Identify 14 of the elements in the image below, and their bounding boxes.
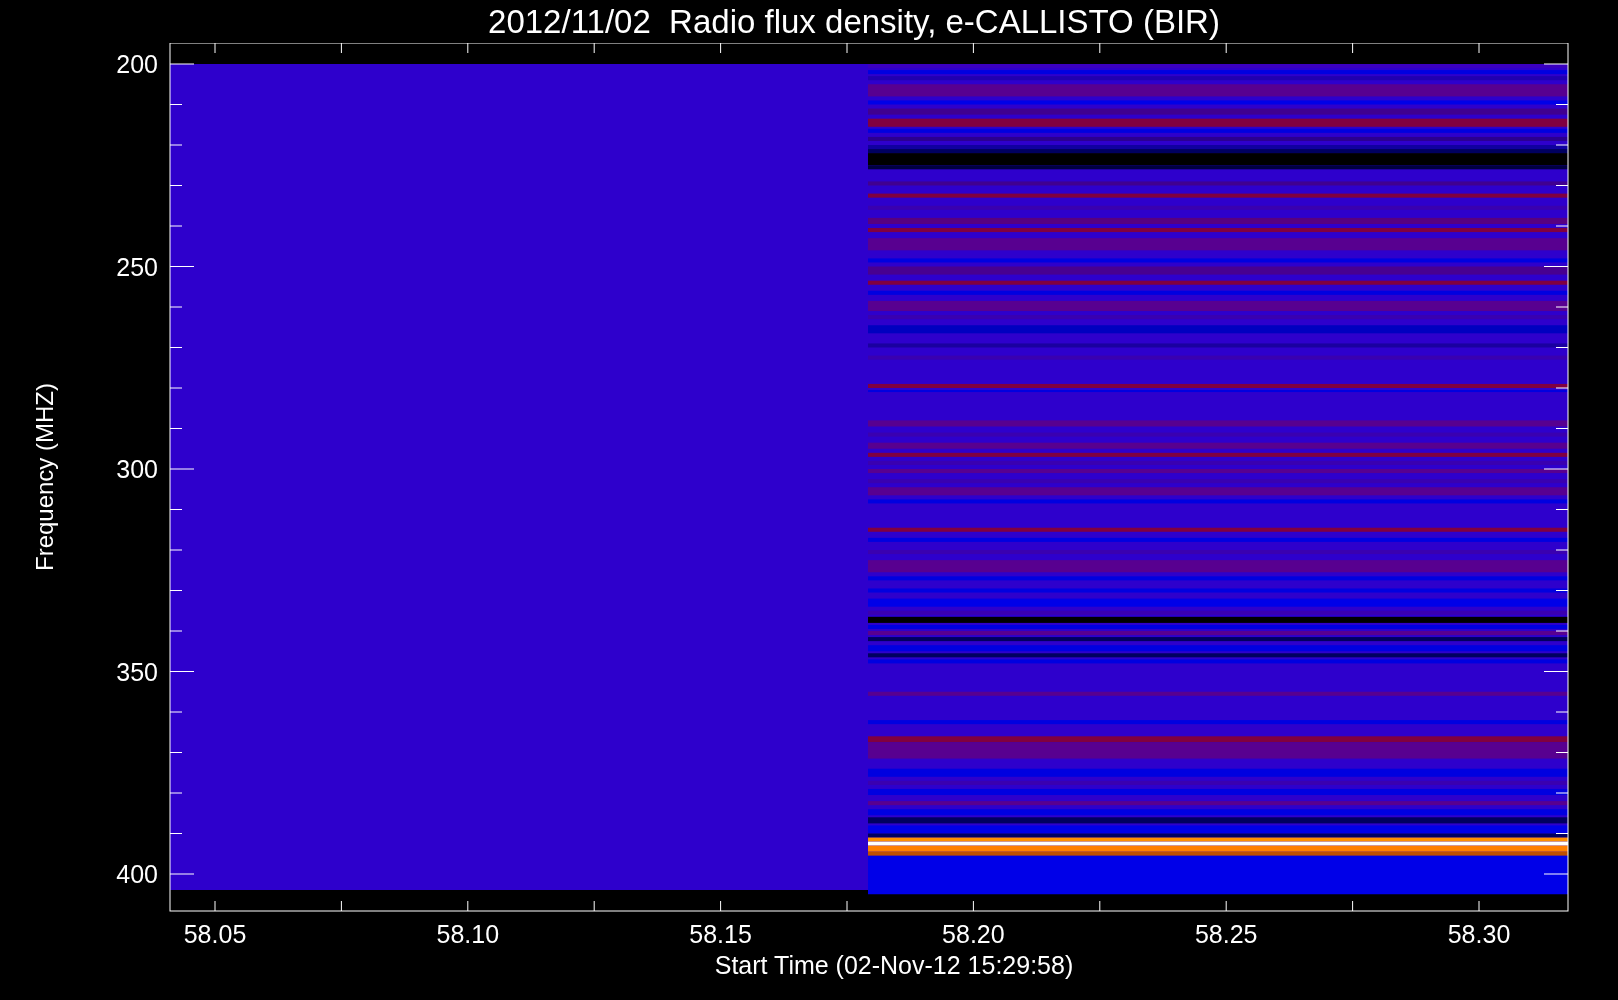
- axis-label: Frequency (MHZ): [30, 383, 59, 571]
- tick-label: 300: [116, 455, 158, 483]
- tick-label: 58.20: [942, 920, 1005, 948]
- axis-label: Start Time (02-Nov-12 15:29:58): [713, 953, 1074, 978]
- tick-label: 58.25: [1194, 920, 1258, 948]
- tick-label: 58.10: [436, 920, 500, 948]
- tick-label: 250: [116, 252, 158, 281]
- tick-label: 58.05: [183, 920, 247, 948]
- tick-label: 400: [116, 860, 158, 888]
- plot-title: 2012/11/02 Radio flux density, e-CALLISTO (BIR): [488, 5, 1220, 38]
- tick-label: 58.15: [689, 920, 752, 948]
- tick-label: 58.30: [1447, 920, 1511, 948]
- tick-label: 200: [116, 50, 158, 78]
- tick-label: 350: [116, 657, 158, 686]
